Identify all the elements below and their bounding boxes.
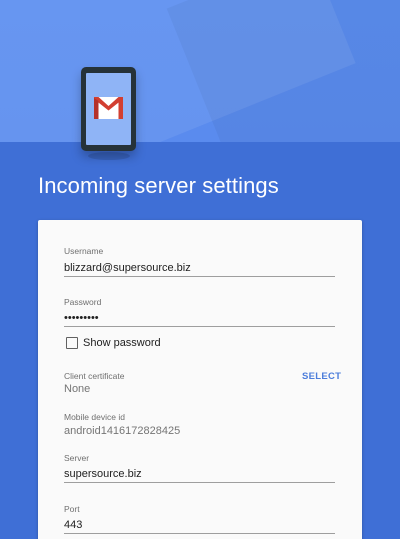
username-field[interactable]: blizzard@supersource.biz (64, 262, 191, 274)
phone-screen (86, 73, 131, 145)
select-certificate-button[interactable]: SELECT (302, 371, 341, 382)
server-field[interactable]: supersource.biz (64, 468, 142, 480)
username-underline (64, 276, 335, 277)
show-password-checkbox[interactable] (66, 337, 78, 349)
username-label: Username (64, 246, 104, 256)
mobile-device-id-value: android1416172828425 (64, 425, 181, 437)
client-certificate-value: None (64, 383, 91, 395)
password-underline (64, 326, 335, 327)
setup-screen: Incoming server settings Username blizza… (0, 0, 400, 539)
port-label: Port (64, 504, 80, 514)
client-certificate-label: Client certificate (64, 371, 125, 381)
show-password-label[interactable]: Show password (83, 337, 161, 349)
gmail-icon (94, 97, 123, 119)
port-underline (64, 533, 335, 534)
server-label: Server (64, 453, 90, 463)
password-field[interactable]: ••••••••• (64, 312, 99, 324)
phone-shadow (88, 152, 130, 160)
settings-card: Username blizzard@supersource.biz Passwo… (38, 220, 362, 539)
phone-icon (81, 67, 136, 151)
port-field[interactable]: 443 (64, 519, 82, 531)
page-title: Incoming server settings (38, 173, 279, 198)
hero-banner (0, 0, 400, 142)
password-label: Password (64, 297, 102, 307)
mobile-device-id-label: Mobile device id (64, 412, 125, 422)
server-underline (64, 482, 335, 483)
